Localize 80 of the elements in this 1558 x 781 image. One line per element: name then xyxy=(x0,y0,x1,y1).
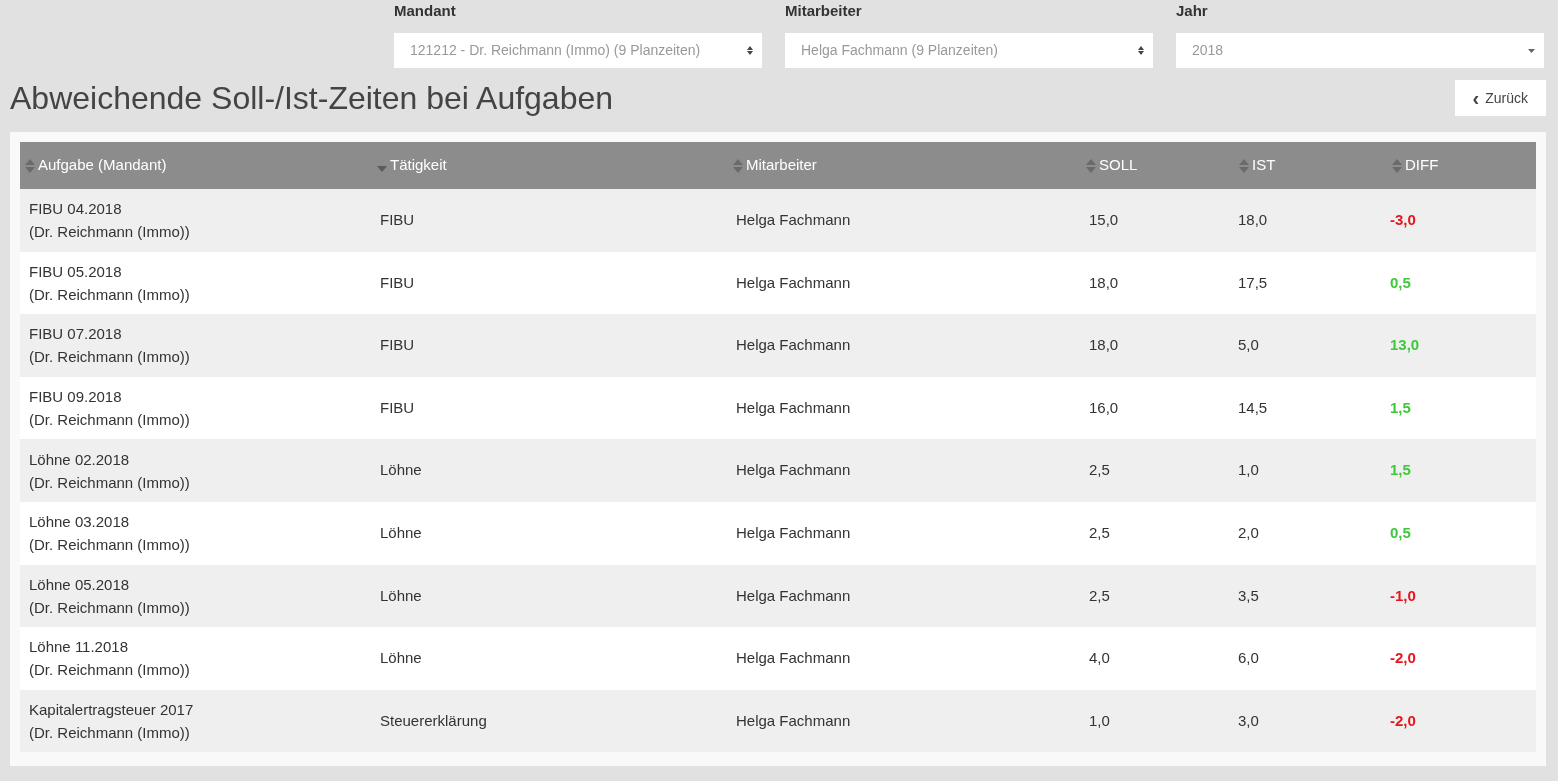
page-title: Abweichende Soll-/Ist-Zeiten bei Aufgaben xyxy=(10,79,614,118)
column-header[interactable]: IST xyxy=(1252,154,1276,177)
task-name: FIBU 09.2018 xyxy=(29,387,123,408)
soll-cell: 2,5 xyxy=(1089,461,1110,479)
activity-cell: FIBU xyxy=(380,398,415,416)
column-header[interactable]: Aufgabe (Mandant) xyxy=(38,154,167,177)
ist-cell: 2,0 xyxy=(1238,524,1259,541)
client-name: (Dr. Reichmann (Immo)) xyxy=(29,472,191,493)
ist-cell: 5,0 xyxy=(1238,336,1259,354)
caret-icon xyxy=(1528,48,1535,53)
employee-cell: Helga Fachmann xyxy=(736,524,851,541)
diff-cell: 0,5 xyxy=(1390,524,1411,541)
ist-cell: 17,5 xyxy=(1238,273,1268,291)
activity-cell: Löhne xyxy=(380,649,422,667)
task-name: Löhne 03.2018 xyxy=(29,512,131,533)
client-name: (Dr. Reichmann (Immo)) xyxy=(29,222,191,243)
task-name: Löhne 05.2018 xyxy=(29,574,131,595)
employee-cell: Helga Fachmann xyxy=(736,586,851,604)
soll-cell: 16,0 xyxy=(1089,398,1119,416)
select-field[interactable]: 2018 xyxy=(1176,33,1544,68)
updown-caret-icon xyxy=(747,46,753,55)
filter-label: Mandant xyxy=(394,2,457,21)
ist-cell: 14,5 xyxy=(1238,398,1268,416)
activity-cell: Löhne xyxy=(380,461,422,479)
diff-cell: 0,5 xyxy=(1390,273,1411,291)
column-header[interactable]: SOLL xyxy=(1099,154,1138,177)
client-name: (Dr. Reichmann (Immo)) xyxy=(29,535,191,556)
ist-cell: 18,0 xyxy=(1238,211,1268,229)
diff-cell: -2,0 xyxy=(1390,649,1416,667)
activity-cell: Löhne xyxy=(380,586,422,604)
task-name: Löhne 11.2018 xyxy=(29,637,129,658)
activity-cell: Steuererklärung xyxy=(380,711,487,729)
activity-cell: FIBU xyxy=(380,211,415,229)
soll-cell: 15,0 xyxy=(1089,211,1119,229)
task-name: FIBU 05.2018 xyxy=(29,261,123,282)
filter-label: Mitarbeiter xyxy=(785,2,863,21)
employee-cell: Helga Fachmann xyxy=(736,211,851,229)
back-button[interactable]: ‹ Zurück xyxy=(1454,80,1546,116)
client-name: (Dr. Reichmann (Immo)) xyxy=(29,597,191,618)
client-name: (Dr. Reichmann (Immo)) xyxy=(29,723,191,744)
employee-cell: Helga Fachmann xyxy=(736,336,851,354)
task-name: FIBU 04.2018 xyxy=(29,199,123,220)
ist-cell: 6,0 xyxy=(1238,649,1259,667)
employee-cell: Helga Fachmann xyxy=(736,461,851,479)
soll-cell: 4,0 xyxy=(1089,649,1110,667)
employee-cell: Helga Fachmann xyxy=(736,398,851,416)
column-header[interactable]: Mitarbeiter xyxy=(746,154,817,177)
task-name: Löhne 02.2018 xyxy=(29,449,131,470)
soll-cell: 18,0 xyxy=(1089,273,1119,291)
select-field[interactable]: Helga Fachmann (9 Planzeiten) xyxy=(785,33,1153,68)
select-field[interactable]: 121212 - Dr. Reichmann (Immo) (9 Planzeiten) xyxy=(394,33,762,68)
soll-cell: 1,0 xyxy=(1089,711,1110,729)
task-name: Kapitalertragsteuer 2017 xyxy=(29,700,195,721)
employee-cell: Helga Fachmann xyxy=(736,273,851,291)
activity-cell: FIBU xyxy=(380,336,415,354)
task-name: FIBU 07.2018 xyxy=(29,324,123,345)
ist-cell: 1,0 xyxy=(1238,461,1259,479)
diff-cell: 1,5 xyxy=(1390,461,1411,479)
soll-cell: 2,5 xyxy=(1089,586,1110,604)
diff-cell: -2,0 xyxy=(1390,711,1416,729)
diff-cell: -1,0 xyxy=(1390,586,1416,604)
updown-caret-icon xyxy=(1138,46,1144,55)
client-name: (Dr. Reichmann (Immo)) xyxy=(29,347,191,368)
client-name: (Dr. Reichmann (Immo)) xyxy=(29,284,191,305)
client-name: (Dr. Reichmann (Immo)) xyxy=(29,410,191,431)
employee-cell: Helga Fachmann xyxy=(736,649,851,667)
client-name: (Dr. Reichmann (Immo)) xyxy=(29,660,191,681)
filter-label: Jahr xyxy=(1176,2,1209,21)
employee-cell: Helga Fachmann xyxy=(736,711,851,729)
ist-cell: 3,5 xyxy=(1238,586,1259,604)
activity-cell: Löhne xyxy=(380,524,422,541)
diff-cell: -3,0 xyxy=(1390,211,1416,229)
soll-cell: 18,0 xyxy=(1089,336,1119,354)
ist-cell: 3,0 xyxy=(1238,711,1259,729)
activity-cell: FIBU xyxy=(380,273,415,291)
diff-cell: 13,0 xyxy=(1390,336,1420,354)
diff-cell: 1,5 xyxy=(1390,398,1411,416)
soll-cell: 2,5 xyxy=(1089,524,1110,541)
column-header[interactable]: Tätigkeit xyxy=(390,154,447,177)
column-header[interactable]: DIFF xyxy=(1405,154,1439,177)
